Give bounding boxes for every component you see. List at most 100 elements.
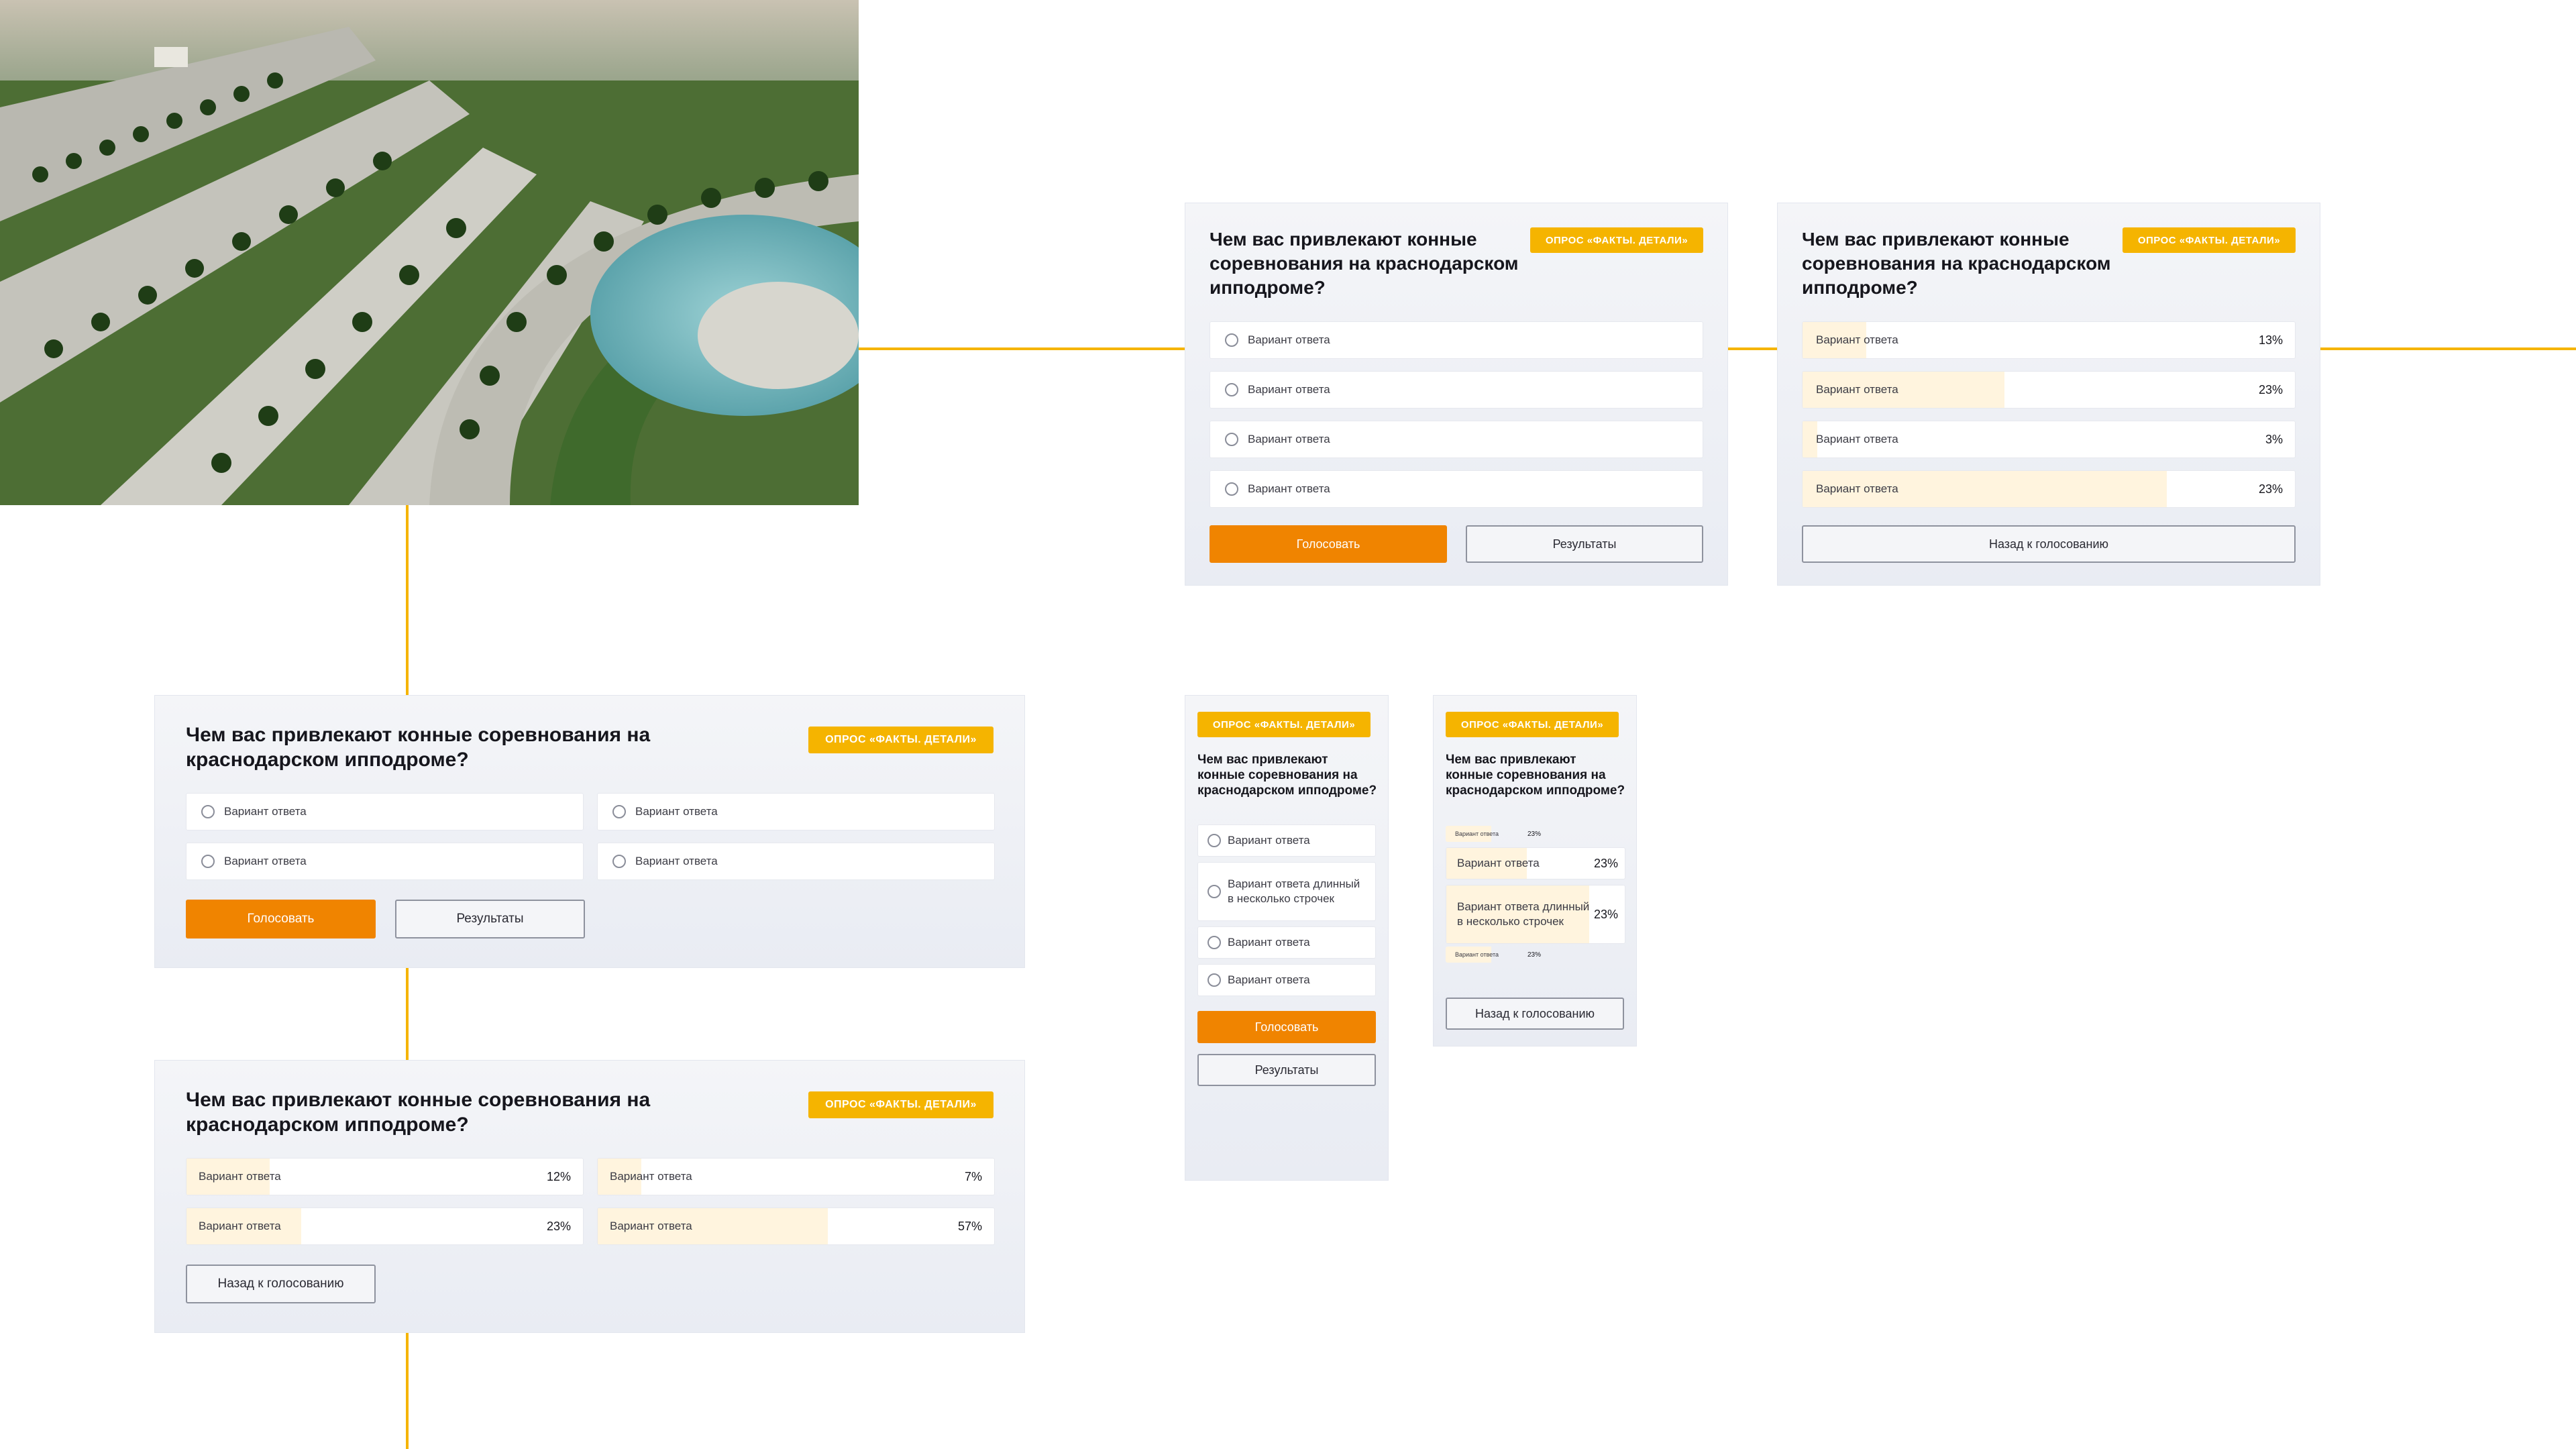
poll-option[interactable]: Вариант ответа длинный в несколько строч… [1197, 862, 1376, 921]
result-label: Вариант ответа [610, 1170, 692, 1183]
connector-line-wide-cards [406, 968, 409, 1060]
poll-card-desktop-results: Чем вас привлекают конные соревнования н… [1777, 203, 2320, 586]
result-label: Вариант ответа [199, 1220, 281, 1232]
park-photo [0, 0, 859, 505]
poll-option[interactable]: Вариант ответа [597, 843, 995, 880]
result-bar [1803, 421, 1818, 458]
result-row: Вариант ответа 7% [597, 1158, 995, 1195]
result-row: Вариант ответа 57% [597, 1208, 995, 1245]
option-label: Вариант ответа [635, 855, 718, 867]
option-label: Вариант ответа [1228, 973, 1310, 986]
poll-badge: ОПРОС «ФАКТЫ. ДЕТАЛИ» [1197, 712, 1371, 737]
poll-card-desktop-vote: Чем вас привлекают конные соревнования н… [1185, 203, 1728, 586]
result-percent: 7% [964, 1169, 982, 1183]
result-label: Вариант ответа [1816, 433, 1898, 445]
back-to-vote-button[interactable]: Назад к голосованию [1802, 525, 2296, 563]
connector-line-to-bottom-edge [406, 1333, 409, 1449]
park-photo-image [0, 0, 859, 505]
result-percent: 23% [2258, 482, 2283, 496]
option-label: Вариант ответа длинный в несколько строч… [1228, 877, 1360, 905]
poll-option[interactable]: Вариант ответа [597, 793, 995, 830]
radio-icon[interactable] [1208, 973, 1221, 987]
poll-option[interactable]: Вариант ответа [1210, 321, 1703, 359]
poll-option[interactable]: Вариант ответа [1210, 421, 1703, 458]
radio-icon[interactable] [1225, 433, 1238, 446]
poll-badge: ОПРОС «ФАКТЫ. ДЕТАЛИ» [1446, 712, 1619, 737]
poll-question: Чем вас привлекают конные соревнования н… [186, 1089, 651, 1136]
result-label: Вариант ответа [1455, 830, 1499, 837]
poll-question: Чем вас привлекают конные соревнования н… [1446, 753, 1625, 798]
connector-line-photo-to-wide [406, 505, 409, 695]
radio-icon[interactable] [612, 855, 626, 868]
radio-icon[interactable] [201, 855, 215, 868]
result-percent: 23% [2258, 382, 2283, 396]
poll-question: Чем вас привлекают конные соревнования н… [186, 724, 651, 771]
results-button[interactable]: Результаты [1466, 525, 1703, 563]
result-label: Вариант ответа [1455, 951, 1499, 958]
result-row: Вариант ответа 23% [186, 1208, 584, 1245]
result-row: Вариант ответа 23% [1446, 947, 1546, 963]
radio-icon[interactable] [1208, 834, 1221, 847]
back-to-vote-button[interactable]: Назад к голосованию [186, 1265, 376, 1303]
result-row: Вариант ответа 23% [1802, 371, 2296, 409]
result-percent: 23% [546, 1219, 571, 1233]
vote-button[interactable]: Голосовать [186, 900, 376, 938]
poll-option[interactable]: Вариант ответа [1197, 964, 1376, 996]
result-percent: 3% [2265, 432, 2283, 446]
poll-option[interactable]: Вариант ответа [1210, 470, 1703, 508]
poll-badge: ОПРОС «ФАКТЫ. ДЕТАЛИ» [2123, 227, 2296, 253]
result-percent: 23% [1527, 830, 1542, 838]
poll-option[interactable]: Вариант ответа [186, 843, 584, 880]
result-row: Вариант ответа 12% [186, 1158, 584, 1195]
result-percent: 12% [546, 1169, 571, 1183]
option-label: Вариант ответа [224, 855, 307, 867]
radio-icon[interactable] [612, 805, 626, 818]
option-label: Вариант ответа [1248, 433, 1330, 445]
radio-icon[interactable] [1208, 936, 1221, 949]
result-row: Вариант ответа 23% [1446, 826, 1546, 842]
results-button[interactable]: Результаты [1197, 1054, 1376, 1086]
poll-badge: ОПРОС «ФАКТЫ. ДЕТАЛИ» [808, 727, 994, 753]
poll-badge: ОПРОС «ФАКТЫ. ДЕТАЛИ» [1530, 227, 1703, 253]
option-label: Вариант ответа [1228, 834, 1310, 847]
back-to-vote-button[interactable]: Назад к голосованию [1446, 998, 1624, 1030]
poll-option[interactable]: Вариант ответа [186, 793, 584, 830]
result-label: Вариант ответа [610, 1220, 692, 1232]
option-label: Вариант ответа [1248, 482, 1330, 495]
result-percent: 23% [1593, 907, 1618, 921]
result-label: Вариант ответа [1457, 857, 1540, 869]
connector-line-photo-to-desktop [859, 347, 1185, 350]
option-label: Вариант ответа [1248, 383, 1330, 396]
option-label: Вариант ответа [1228, 936, 1310, 949]
result-label: Вариант ответа длинный в несколько строч… [1457, 900, 1590, 928]
result-label: Вариант ответа [199, 1170, 281, 1183]
result-percent: 13% [2258, 333, 2283, 347]
vote-button[interactable]: Голосовать [1210, 525, 1447, 563]
poll-question: Чем вас привлекают конные соревнования н… [1802, 229, 2111, 298]
connector-line-to-right-edge [2320, 347, 2576, 350]
results-button[interactable]: Результаты [395, 900, 585, 938]
option-label: Вариант ответа [224, 805, 307, 818]
result-percent: 57% [957, 1219, 982, 1233]
poll-card-wide-results: Чем вас привлекают конные соревнования н… [154, 1060, 1025, 1333]
poll-option[interactable]: Вариант ответа [1197, 824, 1376, 857]
radio-icon[interactable] [1225, 333, 1238, 347]
poll-option[interactable]: Вариант ответа [1197, 926, 1376, 959]
radio-icon[interactable] [1225, 383, 1238, 396]
poll-question: Чем вас привлекают конные соревнования н… [1210, 229, 1519, 298]
connector-line-desktop-cards [1728, 347, 1777, 350]
poll-option[interactable]: Вариант ответа [1210, 371, 1703, 409]
radio-icon[interactable] [201, 805, 215, 818]
vote-button[interactable]: Голосовать [1197, 1011, 1376, 1043]
radio-icon[interactable] [1208, 885, 1221, 898]
radio-icon[interactable] [1225, 482, 1238, 496]
result-row: Вариант ответа 3% [1802, 421, 2296, 458]
option-label: Вариант ответа [635, 805, 718, 818]
result-row: Вариант ответа 23% [1446, 847, 1625, 879]
poll-question: Чем вас привлекают конные соревнования н… [1197, 753, 1377, 798]
poll-card-mobile-results: ОПРОС «ФАКТЫ. ДЕТАЛИ» Чем вас привлекают… [1433, 695, 1637, 1046]
result-percent: 23% [1527, 951, 1542, 959]
result-label: Вариант ответа [1816, 383, 1898, 396]
poll-badge: ОПРОС «ФАКТЫ. ДЕТАЛИ» [808, 1091, 994, 1118]
result-row: Вариант ответа 23% [1802, 470, 2296, 508]
